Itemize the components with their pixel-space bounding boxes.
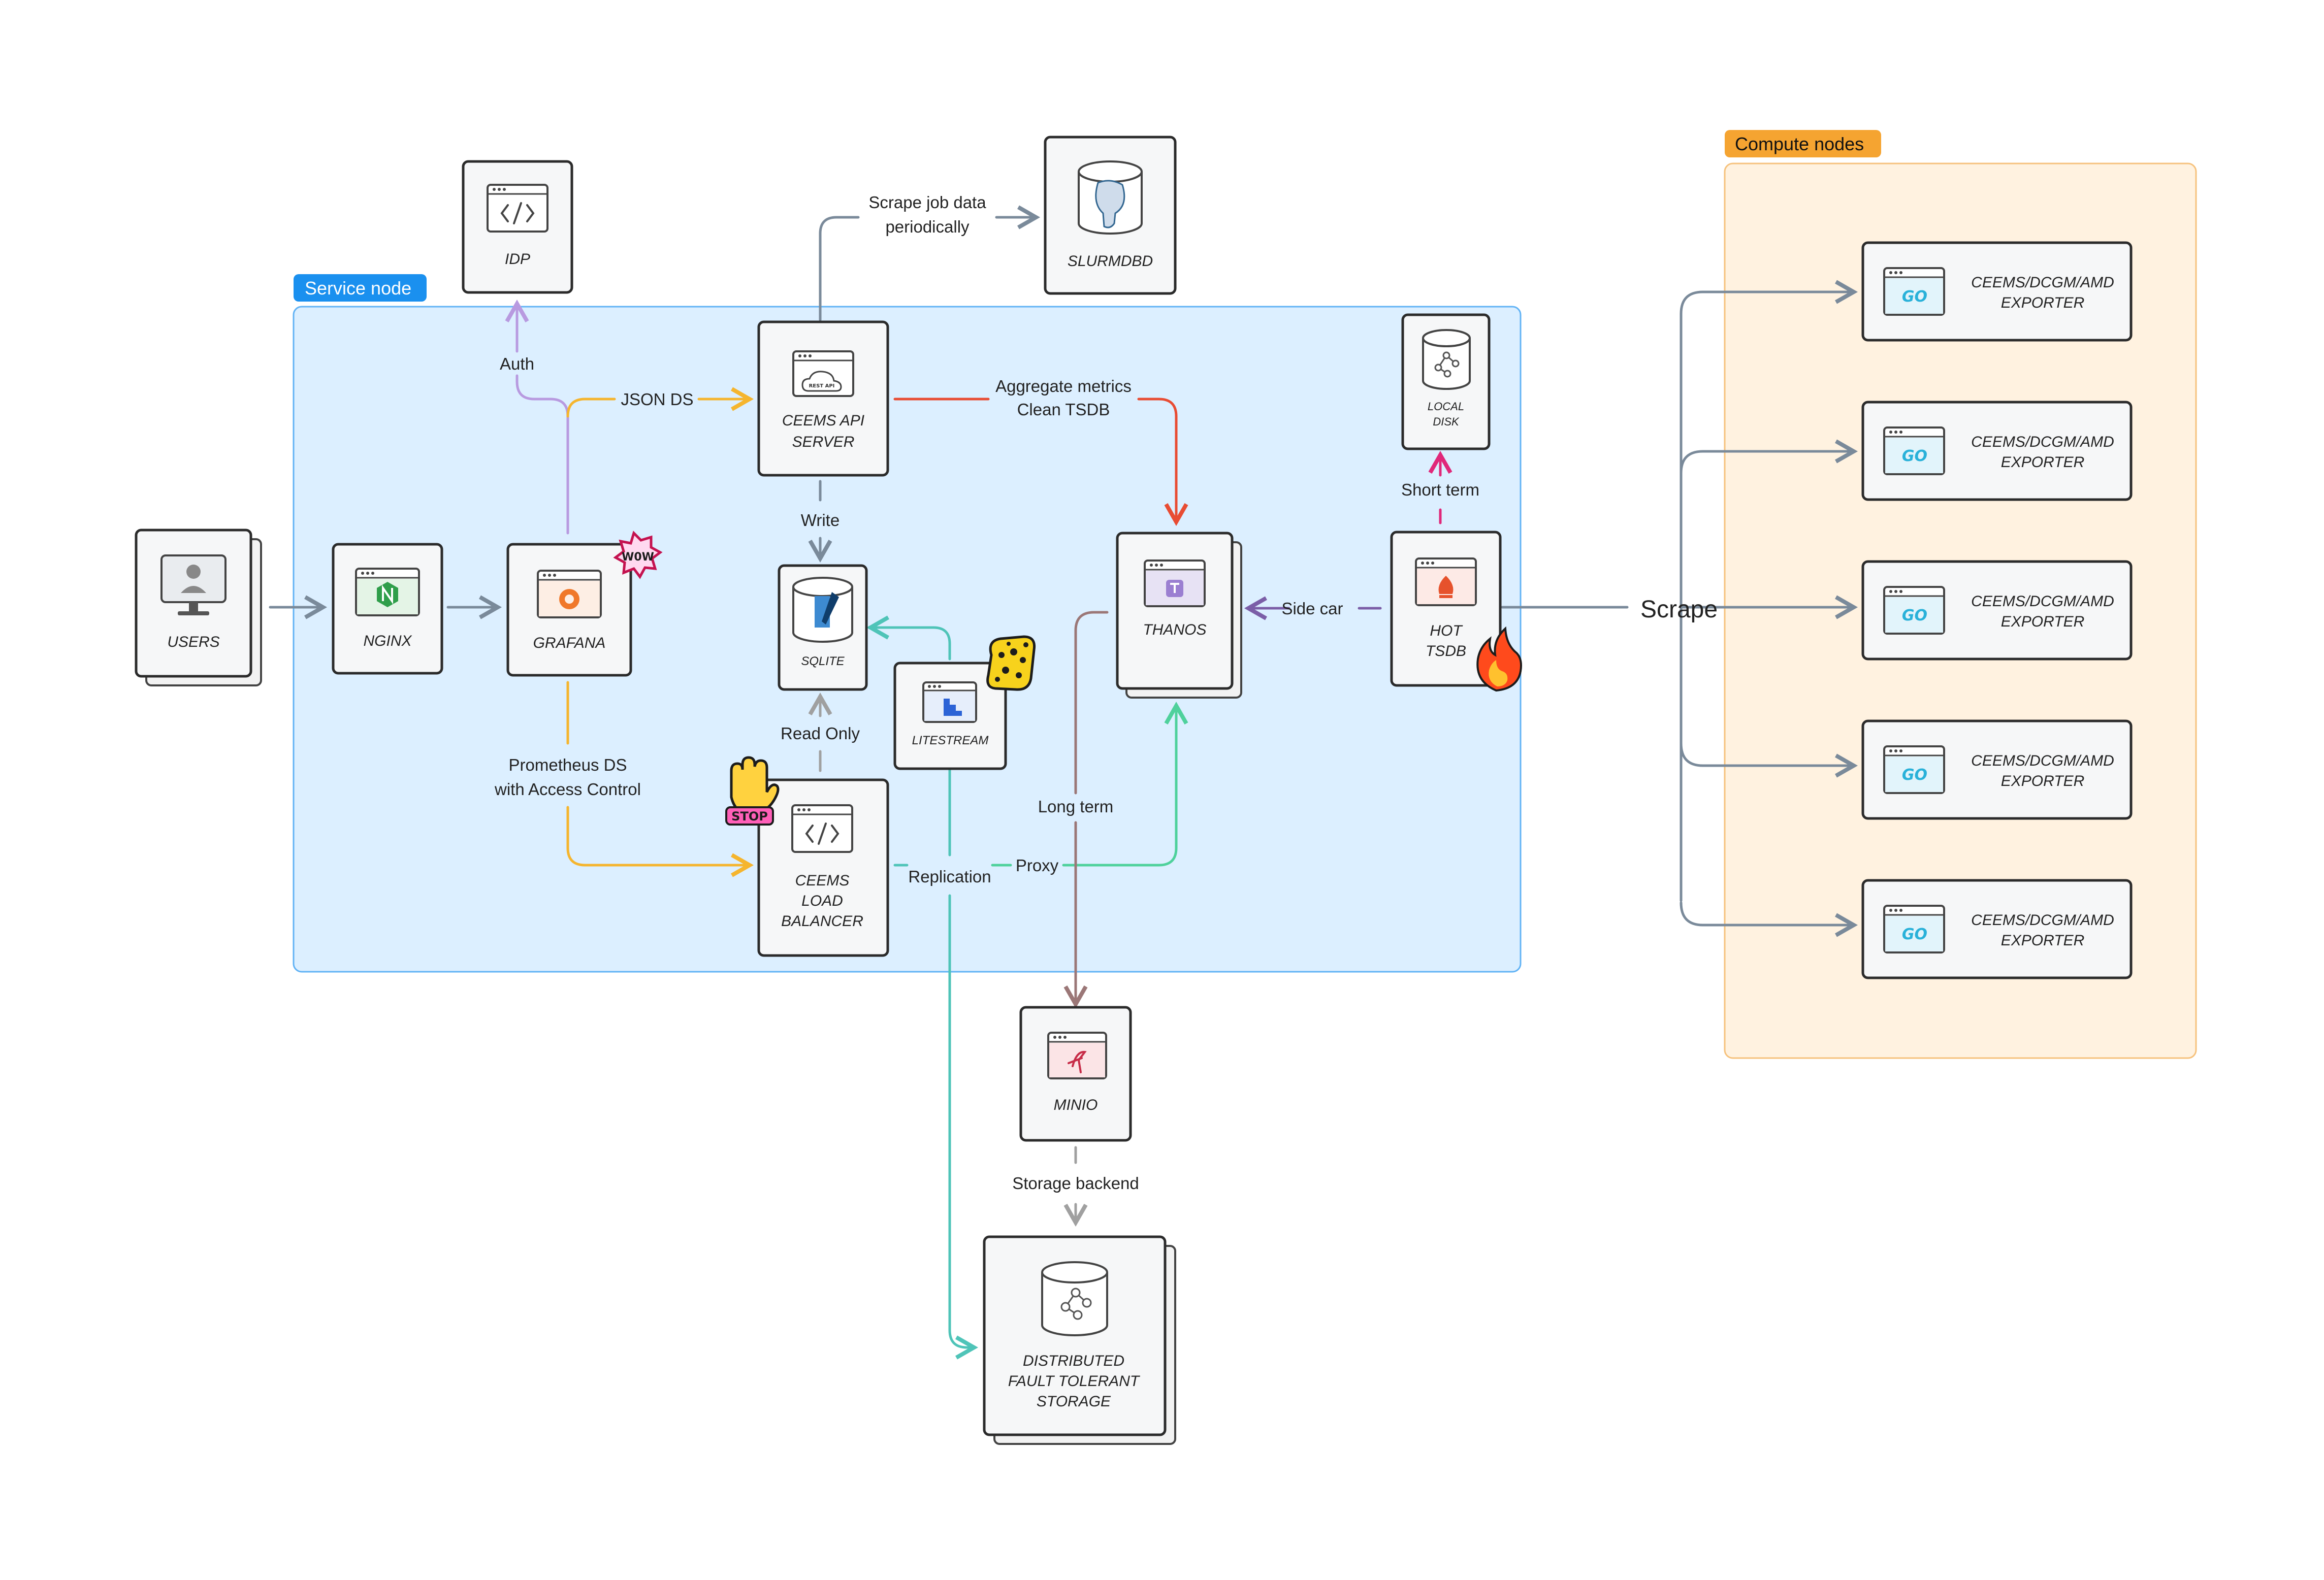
label-short-term: Short term — [1401, 480, 1479, 499]
minio-window-icon — [1047, 1032, 1107, 1079]
node-distributed-storage: DISTRIBUTED FAULT TOLERANT STORAGE — [983, 1235, 1176, 1445]
label-scrape: Scrape — [1640, 596, 1718, 623]
node-exporter-2: GO CEEMS/DCGM/AMD EXPORTER — [1861, 401, 2133, 501]
service-node-group: Service node — [293, 274, 1522, 973]
node-exporter-4: GO CEEMS/DCGM/AMD EXPORTER — [1861, 719, 2133, 820]
go-logo-icon: GO — [1902, 288, 1927, 306]
svg-text:SQLITE: SQLITE — [801, 654, 845, 668]
node-ceems-load-balancer: CEEMS LOAD BALANCER — [757, 778, 889, 957]
svg-text:IDP: IDP — [505, 251, 530, 268]
svg-text:SLURMDBD: SLURMDBD — [1068, 253, 1153, 270]
architecture-diagram: Service node Compute nodes Scrape job da… — [135, 130, 2197, 1445]
sqlite-database-icon — [792, 577, 853, 643]
go-logo-icon: GO — [1902, 607, 1927, 624]
label-replication: Replication — [908, 867, 991, 886]
service-node-tag: Service node — [305, 278, 411, 299]
local-disk-database-icon — [1422, 329, 1471, 390]
newspaper-sticker — [986, 635, 1036, 691]
svg-text:LITESTREAM: LITESTREAM — [912, 734, 989, 747]
node-minio: MINIO — [1019, 1006, 1132, 1142]
postgres-database-icon — [1078, 160, 1143, 235]
label-read-only: Read Only — [781, 724, 860, 743]
compute-nodes-tag: Compute nodes — [1735, 134, 1864, 154]
go-logo-icon: GO — [1902, 926, 1927, 943]
label-side-car: Side car — [1281, 599, 1343, 618]
go-logo-icon: GO — [1902, 447, 1927, 465]
node-exporter-5: GO CEEMS/DCGM/AMD EXPORTER — [1861, 879, 2133, 979]
node-exporter-1: GO CEEMS/DCGM/AMD EXPORTER — [1861, 241, 2133, 342]
node-sqlite: SQLITE — [778, 564, 868, 691]
label-auth: Auth — [500, 354, 534, 373]
node-users: USERS — [135, 529, 262, 686]
node-thanos: THANOS — [1116, 532, 1242, 699]
label-json-ds: JSON DS — [621, 390, 693, 409]
node-local-disk: LOCAL DISK — [1401, 313, 1491, 450]
svg-text:NGINX: NGINX — [363, 633, 412, 649]
label-scrape-job: Scrape job data periodically — [868, 193, 986, 236]
node-idp: IDP — [462, 160, 573, 294]
node-exporter-3: GO CEEMS/DCGM/AMD EXPORTER — [1861, 560, 2133, 661]
grafana-window-icon — [537, 570, 602, 618]
storage-database-icon — [1041, 1261, 1108, 1336]
node-slurmdbd: SLURMDBD — [1044, 136, 1177, 295]
code-window-icon — [487, 184, 548, 233]
svg-text:STOP: STOP — [731, 809, 768, 824]
svg-text:USERS: USERS — [167, 634, 219, 650]
edge-api-slurmdbd — [819, 216, 860, 321]
go-logo-icon: GO — [1902, 766, 1927, 784]
nginx-window-icon — [355, 568, 420, 616]
thanos-window-icon — [1144, 559, 1206, 607]
label-proxy: Proxy — [1016, 856, 1059, 875]
svg-text:REST API: REST API — [809, 383, 835, 389]
label-write: Write — [801, 511, 840, 530]
rest-api-window-icon: REST API — [792, 350, 854, 397]
litestream-window-icon — [922, 681, 977, 723]
svg-text:GRAFANA: GRAFANA — [533, 635, 606, 651]
label-long-term: Long term — [1038, 797, 1114, 816]
svg-text:THANOS: THANOS — [1143, 621, 1206, 638]
node-nginx: NGINX — [332, 543, 443, 675]
svg-text:W0W: W0W — [622, 551, 654, 564]
label-storage-backend: Storage backend — [1012, 1174, 1139, 1193]
code-window-icon — [791, 804, 853, 853]
node-ceems-api-server: REST API CEEMS API SERVER — [757, 320, 889, 477]
node-grafana: GRAFANA — [506, 543, 632, 677]
svg-text:MINIO: MINIO — [1054, 1097, 1098, 1113]
prometheus-window-icon — [1415, 557, 1477, 606]
